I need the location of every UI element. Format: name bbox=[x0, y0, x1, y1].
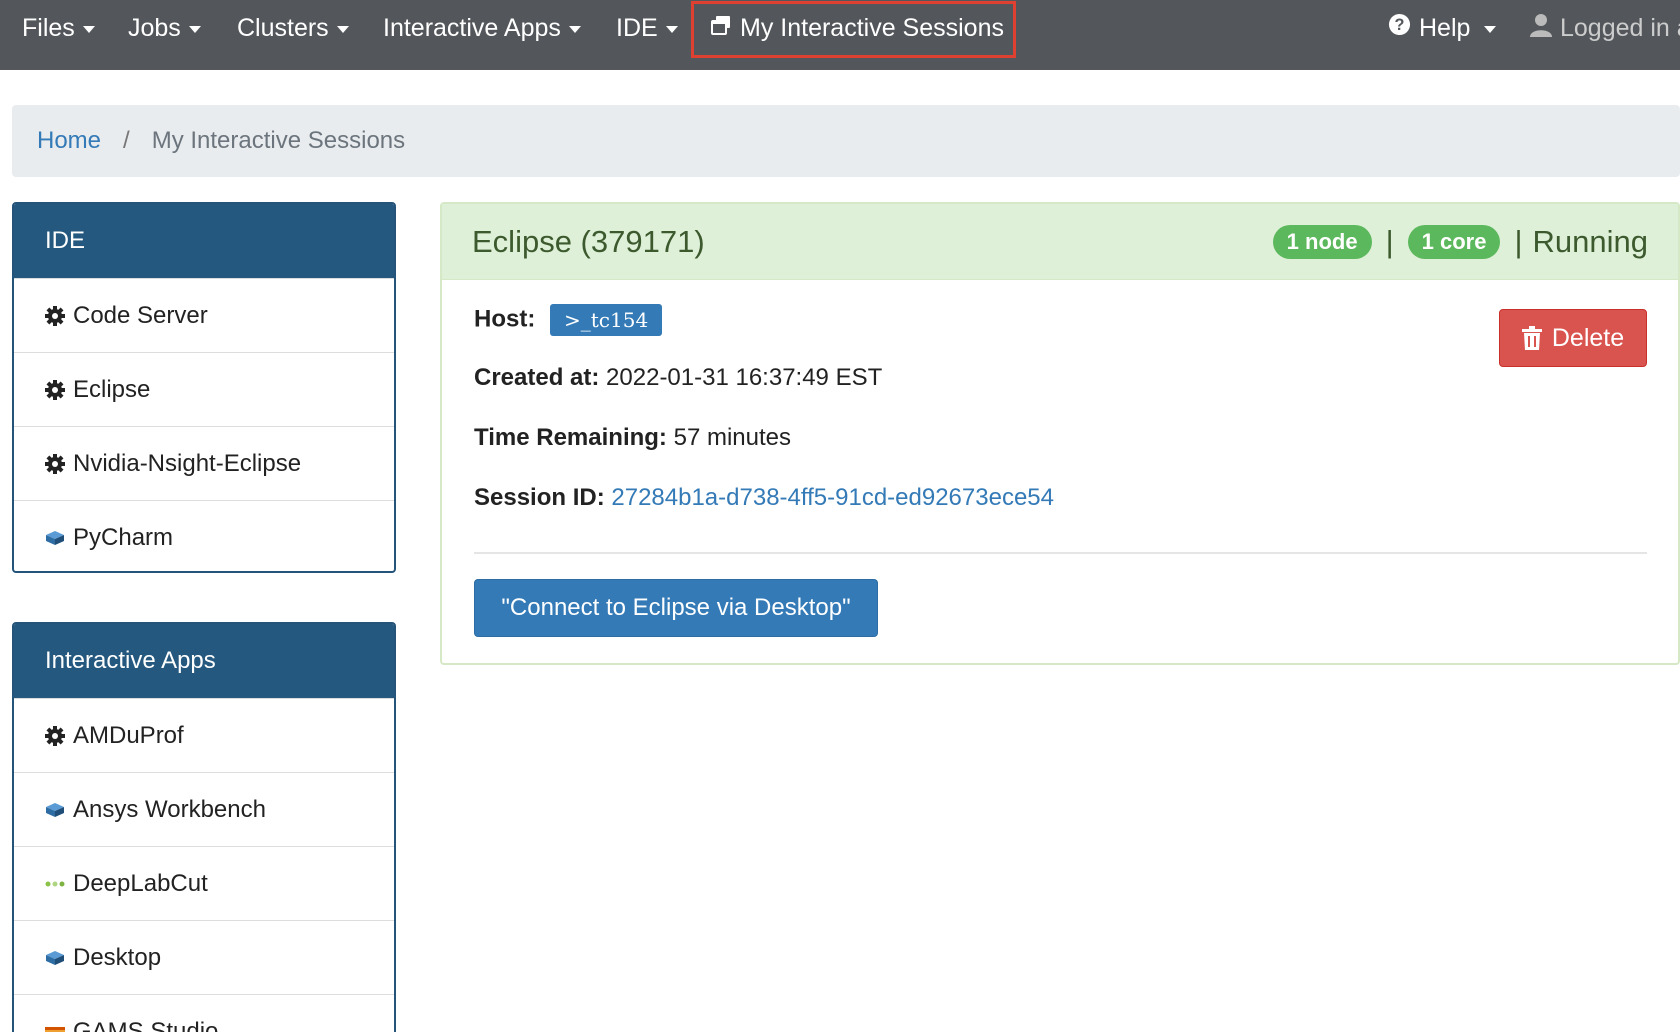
sidebar-item-label: Eclipse bbox=[73, 375, 151, 403]
sidebar-item-nvidia-nsight-eclipse[interactable]: Nvidia-Nsight-Eclipse bbox=[14, 426, 394, 500]
sidebar-item-code-server[interactable]: Code Server bbox=[14, 278, 394, 352]
status-divider: | bbox=[1514, 224, 1523, 259]
session-card: Eclipse (379171) 1 node | 1 core | Runni… bbox=[440, 202, 1680, 665]
nav-help[interactable]: ? Help bbox=[1388, 0, 1497, 56]
sidebar-item-label: DeepLabCut bbox=[73, 869, 208, 897]
dlc-icon bbox=[45, 874, 65, 894]
top-navbar: Files Jobs Clusters Interactive Apps IDE… bbox=[0, 0, 1680, 70]
session-id-field: Session ID: 27284b1a-d738-4ff5-91cd-ed92… bbox=[474, 484, 1054, 512]
sidebar-item-pycharm[interactable]: PyCharm bbox=[14, 500, 394, 571]
host-field: Host: >_tc154 bbox=[474, 304, 663, 336]
nav-my-interactive-sessions-label: My Interactive Sessions bbox=[740, 13, 1004, 42]
nav-interactive-apps[interactable]: Interactive Apps bbox=[383, 0, 581, 56]
gear-icon bbox=[45, 725, 65, 746]
svg-text:?: ? bbox=[1395, 16, 1405, 34]
session-card-header: Eclipse (379171) 1 node | 1 core | Runni… bbox=[442, 204, 1678, 280]
nav-jobs[interactable]: Jobs bbox=[128, 0, 201, 56]
gear-icon bbox=[45, 453, 65, 474]
nav-ide-label: IDE bbox=[616, 13, 658, 42]
caret-down-icon bbox=[665, 25, 678, 33]
session-status: Running bbox=[1532, 224, 1648, 259]
session-id-link[interactable]: 27284b1a-d738-4ff5-91cd-ed92673ece54 bbox=[611, 484, 1054, 511]
created-field: Created at: 2022-01-31 16:37:49 EST bbox=[474, 364, 882, 392]
sidebar-apps-heading: Interactive Apps bbox=[14, 624, 394, 698]
app-icon bbox=[45, 800, 65, 820]
nav-logged-in[interactable]: Logged in a bbox=[1530, 0, 1680, 56]
sidebar-item-label: Nvidia-Nsight-Eclipse bbox=[73, 449, 302, 477]
nav-logged-in-label: Logged in a bbox=[1560, 13, 1680, 42]
delete-button[interactable]: Delete bbox=[1499, 309, 1647, 367]
time-remaining-field: Time Remaining: 57 minutes bbox=[474, 424, 791, 452]
sidebar-item-label: Ansys Workbench bbox=[73, 795, 266, 823]
delete-button-label: Delete bbox=[1551, 323, 1625, 352]
caret-down-icon bbox=[82, 25, 95, 33]
sidebar-item-gams-studio[interactable]: GAMS Studio bbox=[14, 994, 394, 1032]
status-divider: | bbox=[1385, 224, 1394, 259]
sidebar-item-label: PyCharm bbox=[73, 523, 174, 551]
sidebar-ide-panel: IDE Code Server Eclipse Nvidia-Nsight-Ec… bbox=[12, 202, 396, 573]
app-icon bbox=[45, 948, 65, 968]
user-icon bbox=[1530, 13, 1552, 44]
sidebar-item-ansys-workbench[interactable]: Ansys Workbench bbox=[14, 772, 394, 846]
connect-desktop-button[interactable]: "Connect to Eclipse via Desktop" bbox=[474, 579, 878, 637]
nav-ide[interactable]: IDE bbox=[616, 0, 678, 56]
time-remaining-value: 57 minutes bbox=[673, 424, 792, 451]
host-label: Host: bbox=[474, 305, 536, 333]
sidebar-ide-heading: IDE bbox=[14, 204, 394, 278]
sidebar-item-desktop[interactable]: Desktop bbox=[14, 920, 394, 994]
nav-interactive-apps-label: Interactive Apps bbox=[383, 13, 561, 42]
sidebar-item-label: GAMS Studio bbox=[73, 1017, 219, 1032]
windows-icon bbox=[710, 14, 732, 43]
session-title: Eclipse (379171) bbox=[472, 223, 705, 259]
nav-clusters[interactable]: Clusters bbox=[237, 0, 349, 56]
sidebar-item-amduprof[interactable]: AMDuProf bbox=[14, 698, 394, 772]
sidebar-item-eclipse[interactable]: Eclipse bbox=[14, 352, 394, 426]
session-id-label: Session ID: bbox=[474, 484, 605, 511]
app-icon bbox=[45, 528, 65, 548]
gams-icon bbox=[45, 1022, 65, 1032]
core-count-badge: 1 core bbox=[1407, 225, 1501, 259]
sidebar-item-label: Desktop bbox=[73, 943, 162, 971]
caret-down-icon bbox=[188, 25, 201, 33]
breadcrumb-current: My Interactive Sessions bbox=[151, 127, 406, 154]
caret-down-icon bbox=[1484, 25, 1497, 33]
divider bbox=[474, 552, 1647, 554]
created-label: Created at: bbox=[474, 364, 600, 391]
sidebar-apps-panel: Interactive Apps AMDuProf Ansys Workbenc… bbox=[12, 622, 396, 1032]
time-remaining-label: Time Remaining: bbox=[474, 424, 667, 451]
gear-icon bbox=[45, 305, 65, 326]
session-status-group: 1 node | 1 core | Running bbox=[1263, 204, 1648, 280]
created-value: 2022-01-31 16:37:49 EST bbox=[606, 364, 883, 391]
nav-jobs-label: Jobs bbox=[128, 13, 181, 42]
nav-files[interactable]: Files bbox=[22, 0, 95, 56]
question-circle-icon: ? bbox=[1388, 13, 1411, 43]
caret-down-icon bbox=[568, 25, 581, 33]
breadcrumb-home-link[interactable]: Home bbox=[37, 127, 101, 155]
nav-files-label: Files bbox=[22, 13, 75, 42]
host-terminal-button[interactable]: >_tc154 bbox=[550, 304, 663, 336]
sidebar-item-label: AMDuProf bbox=[73, 721, 184, 749]
breadcrumb: Home / My Interactive Sessions bbox=[12, 105, 1680, 177]
sidebar-item-deeplabcut[interactable]: DeepLabCut bbox=[14, 846, 394, 920]
node-count-badge: 1 node bbox=[1272, 225, 1372, 259]
breadcrumb-separator: / bbox=[123, 127, 130, 154]
caret-down-icon bbox=[336, 25, 349, 33]
nav-my-interactive-sessions[interactable]: My Interactive Sessions bbox=[710, 0, 1004, 56]
gear-icon bbox=[45, 379, 65, 400]
trash-icon bbox=[1521, 326, 1542, 350]
sidebar-item-label: Code Server bbox=[73, 301, 208, 329]
nav-help-label: Help bbox=[1419, 13, 1471, 42]
nav-clusters-label: Clusters bbox=[237, 13, 329, 42]
